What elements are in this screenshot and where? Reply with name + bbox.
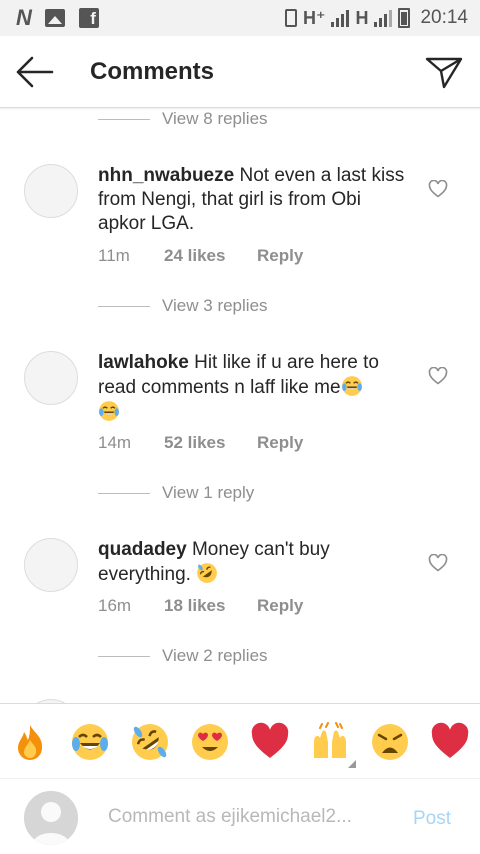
- reply-button[interactable]: Reply: [257, 246, 303, 266]
- status-bar: N f H⁺ H 20:14: [0, 0, 480, 36]
- network-type-1: H⁺: [302, 7, 326, 28]
- rofl-emoji-icon[interactable]: [130, 722, 170, 762]
- heart-eyes-emoji-icon[interactable]: [190, 722, 230, 762]
- view-replies-label: View 3 replies: [162, 296, 268, 315]
- like-heart-icon[interactable]: [428, 554, 448, 572]
- comment-meta: 14m 52 likes Reply: [98, 433, 303, 453]
- gallery-icon: [44, 9, 65, 27]
- send-icon[interactable]: [424, 54, 464, 90]
- back-arrow-icon[interactable]: [14, 54, 56, 90]
- rofl-emoji-icon: [197, 563, 218, 583]
- comment-compose-bar: Comment as ejikemichael2... Post: [0, 779, 480, 854]
- header: Comments: [0, 36, 480, 108]
- comment-likes[interactable]: 52 likes: [164, 433, 257, 453]
- facebook-icon: f: [78, 8, 99, 28]
- comment-time: 11m: [98, 246, 130, 265]
- joy-emoji-icon: [99, 401, 119, 421]
- n-app-icon: N: [16, 5, 32, 30]
- network-type-2: H: [355, 7, 369, 28]
- view-replies-label: View 2 replies: [162, 646, 268, 665]
- battery-icon: [398, 8, 411, 28]
- avatar[interactable]: [24, 351, 78, 405]
- comment-likes[interactable]: 18 likes: [164, 596, 257, 616]
- view-replies-label: View 1 reply: [162, 483, 255, 502]
- joy-emoji-icon[interactable]: [70, 722, 110, 762]
- resize-corner-icon: [348, 760, 356, 768]
- divider-line: [98, 655, 150, 657]
- my-avatar: [24, 791, 78, 845]
- comment-body: lawlahoke Hit like if u are here to read…: [98, 351, 408, 425]
- view-replies-button[interactable]: View 2 replies: [98, 646, 268, 666]
- comment-list[interactable]: View 8 replies nhn_nwabueze Not even a l…: [0, 109, 480, 703]
- comment-likes[interactable]: 24 likes: [164, 246, 257, 266]
- raised-hands-emoji-icon[interactable]: [310, 722, 350, 762]
- emoji-quick-bar: [0, 703, 480, 779]
- reply-button[interactable]: Reply: [257, 433, 303, 453]
- view-replies-button[interactable]: View 3 replies: [98, 296, 268, 316]
- like-heart-icon[interactable]: [428, 180, 448, 198]
- divider-line: [98, 492, 150, 494]
- comment-username[interactable]: quadadey: [98, 539, 187, 560]
- post-button[interactable]: Post: [413, 808, 451, 830]
- comment-body: quadadey Money can't buy everything.: [98, 538, 408, 587]
- view-replies-label: View 8 replies: [162, 109, 268, 128]
- vibrate-icon: [284, 9, 297, 27]
- signal-icon: [331, 9, 350, 27]
- comment-meta: 16m 18 likes Reply: [98, 596, 303, 616]
- weary-emoji-icon[interactable]: [370, 722, 410, 762]
- comment-time: 16m: [98, 596, 132, 615]
- red-heart-emoji-icon[interactable]: [430, 722, 470, 762]
- comment-input[interactable]: Comment as ejikemichael2...: [108, 806, 352, 828]
- fire-emoji-icon[interactable]: [10, 722, 50, 762]
- comment-username[interactable]: nhn_nwabueze: [98, 165, 234, 186]
- reply-button[interactable]: Reply: [257, 596, 303, 616]
- comment-meta: 11m 24 likes Reply: [98, 246, 303, 266]
- avatar[interactable]: [24, 538, 78, 592]
- signal-icon: [374, 9, 393, 27]
- like-heart-icon[interactable]: [428, 367, 448, 385]
- view-replies-button[interactable]: View 1 reply: [98, 483, 254, 503]
- view-replies-button[interactable]: View 8 replies: [98, 109, 268, 129]
- joy-emoji-icon: [341, 376, 362, 396]
- comment-username[interactable]: lawlahoke: [98, 352, 189, 373]
- red-heart-emoji-icon[interactable]: [250, 722, 290, 762]
- comment-time: 14m: [98, 433, 132, 452]
- comment-body: nhn_nwabueze Not even a last kiss from N…: [98, 164, 408, 236]
- divider-line: [98, 118, 150, 120]
- avatar[interactable]: [24, 164, 78, 218]
- page-title: Comments: [90, 58, 215, 85]
- clock: 20:14: [420, 7, 468, 28]
- divider-line: [98, 305, 150, 307]
- user-silhouette-icon: [24, 791, 78, 845]
